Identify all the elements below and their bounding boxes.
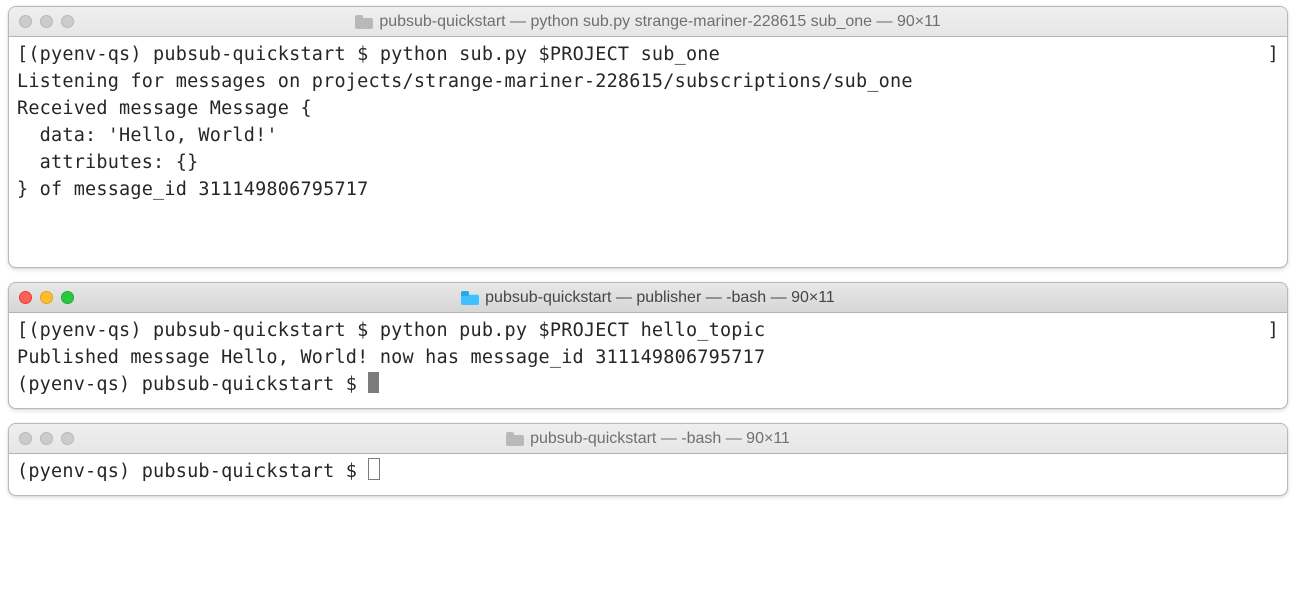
zoom-icon[interactable] — [61, 15, 74, 28]
window-title: pubsub-quickstart — python sub.py strang… — [379, 13, 940, 31]
terminal-window-idle: pubsub-quickstart — -bash — 90×11 (pyenv… — [8, 423, 1288, 496]
close-icon[interactable] — [19, 432, 32, 445]
titlebar[interactable]: pubsub-quickstart — publisher — -bash — … — [9, 283, 1287, 313]
bracket-right: ] — [1268, 41, 1279, 68]
zoom-icon[interactable] — [61, 291, 74, 304]
traffic-lights — [19, 291, 74, 304]
close-icon[interactable] — [19, 15, 32, 28]
terminal-output: Listening for messages on projects/stran… — [17, 71, 913, 200]
minimize-icon[interactable] — [40, 432, 53, 445]
command-line: (pyenv-qs) pubsub-quickstart $ python pu… — [28, 317, 765, 344]
minimize-icon[interactable] — [40, 291, 53, 304]
prompt-line: (pyenv-qs) pubsub-quickstart $ — [17, 461, 368, 482]
titlebar[interactable]: pubsub-quickstart — -bash — 90×11 — [9, 424, 1287, 454]
zoom-icon[interactable] — [61, 432, 74, 445]
traffic-lights — [19, 432, 74, 445]
cursor-icon — [368, 458, 380, 480]
bracket-right: ] — [1268, 317, 1279, 344]
terminal-window-publisher: pubsub-quickstart — publisher — -bash — … — [8, 282, 1288, 409]
bracket-left: [ — [17, 41, 28, 68]
folder-icon — [461, 291, 479, 305]
window-title: pubsub-quickstart — -bash — 90×11 — [530, 430, 790, 448]
terminal-content[interactable]: (pyenv-qs) pubsub-quickstart $ — [9, 454, 1287, 495]
prompt-line: (pyenv-qs) pubsub-quickstart $ — [17, 374, 368, 395]
terminal-content[interactable]: [(pyenv-qs) pubsub-quickstart $ python s… — [9, 37, 1287, 267]
traffic-lights — [19, 15, 74, 28]
bracket-left: [ — [17, 317, 28, 344]
window-title: pubsub-quickstart — publisher — -bash — … — [485, 289, 835, 307]
command-line: (pyenv-qs) pubsub-quickstart $ python su… — [28, 41, 720, 68]
terminal-content[interactable]: [(pyenv-qs) pubsub-quickstart $ python p… — [9, 313, 1287, 408]
minimize-icon[interactable] — [40, 15, 53, 28]
titlebar[interactable]: pubsub-quickstart — python sub.py strang… — [9, 7, 1287, 37]
terminal-window-subscriber: pubsub-quickstart — python sub.py strang… — [8, 6, 1288, 268]
folder-icon — [506, 432, 524, 446]
close-icon[interactable] — [19, 291, 32, 304]
cursor-icon — [368, 372, 379, 393]
terminal-output: Published message Hello, World! now has … — [17, 347, 765, 368]
folder-icon — [355, 15, 373, 29]
